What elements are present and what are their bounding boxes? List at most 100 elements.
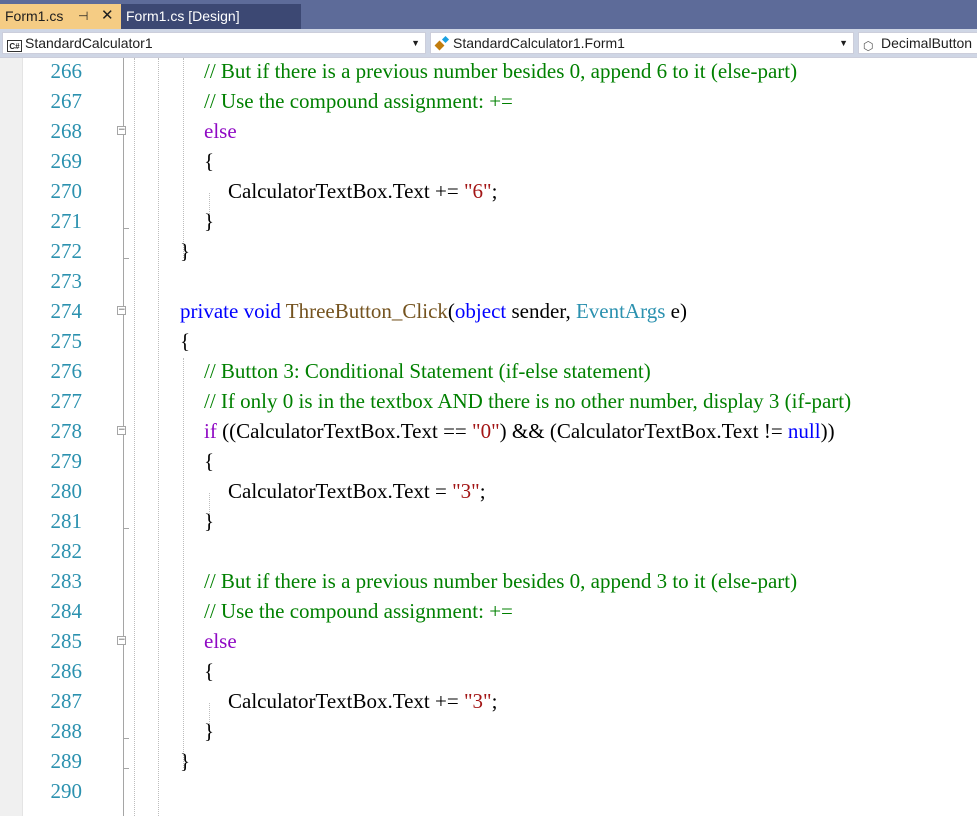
line-number: 282 — [50, 539, 83, 563]
code-text[interactable]: // If only 0 is in the textbox AND there… — [204, 386, 851, 416]
collapse-toggle-icon[interactable]: − — [117, 306, 126, 315]
code-text[interactable]: CalculatorTextBox.Text += "6"; — [228, 176, 497, 206]
code-text[interactable]: } — [204, 506, 214, 536]
line-number: 279 — [50, 449, 83, 473]
code-text[interactable]: CalculatorTextBox.Text = "3"; — [228, 476, 486, 506]
code-line[interactable]: 287 CalculatorTextBox.Text += "3"; — [0, 686, 977, 716]
code-line[interactable]: 284 // Use the compound assignment: += — [0, 596, 977, 626]
line-number: 266 — [50, 59, 83, 83]
code-text[interactable]: // But if there is a previous number bes… — [204, 566, 797, 596]
line-number: 271 — [50, 209, 83, 233]
project-dropdown[interactable]: C# StandardCalculator1 ▼ — [2, 32, 426, 54]
csharp-project-icon: C# — [7, 40, 22, 52]
code-line[interactable]: 286 { — [0, 656, 977, 686]
code-text[interactable]: { — [204, 146, 214, 176]
code-line[interactable]: 276 // Button 3: Conditional Statement (i… — [0, 356, 977, 386]
line-number: 268 — [50, 119, 83, 143]
code-line[interactable]: 268 − else — [0, 116, 977, 146]
member-dropdown[interactable]: ⬡ DecimalButton — [858, 32, 977, 54]
code-text[interactable]: } — [180, 236, 190, 266]
code-token-plain: { — [204, 659, 215, 683]
code-line[interactable]: 273 — [0, 266, 977, 296]
line-number: 267 — [50, 89, 83, 113]
code-token-plain: } — [204, 209, 215, 233]
code-token-plain: ; — [491, 179, 498, 203]
code-line[interactable]: 270 CalculatorTextBox.Text += "6"; — [0, 176, 977, 206]
code-text[interactable]: else — [204, 116, 237, 146]
code-line[interactable]: 277 // If only 0 is in the textbox AND th… — [0, 386, 977, 416]
code-line[interactable]: 271} — [0, 206, 977, 236]
collapse-toggle-icon[interactable]: − — [117, 426, 126, 435]
code-text[interactable]: { — [180, 326, 190, 356]
code-line[interactable]: 283 // But if there is a previous number … — [0, 566, 977, 596]
collapse-toggle-icon[interactable]: − — [117, 636, 126, 645]
code-text[interactable]: // Use the compound assignment: += — [204, 86, 513, 116]
code-line[interactable]: 278 − if ((CalculatorTextBox.Text == "0") … — [0, 416, 977, 446]
code-token-control: if — [204, 419, 217, 443]
line-number: 270 — [50, 179, 83, 203]
code-text[interactable]: else — [204, 626, 237, 656]
code-token-plain: ( — [447, 299, 455, 323]
tab-label: Form1.cs [Design] — [126, 8, 240, 24]
code-line[interactable]: 269 { — [0, 146, 977, 176]
outline-end-marker — [123, 228, 129, 229]
code-line[interactable]: 274 − private void ThreeButton_Click(objec… — [0, 296, 977, 326]
code-text[interactable]: } — [180, 746, 190, 776]
line-number: 280 — [50, 479, 83, 503]
code-text[interactable]: { — [204, 656, 214, 686]
close-icon[interactable]: ✕ — [101, 4, 114, 28]
code-text[interactable]: } — [204, 206, 214, 236]
chevron-down-icon[interactable]: ▼ — [839, 33, 848, 53]
code-text[interactable]: // Use the compound assignment: += — [204, 596, 513, 626]
tab-form1-design[interactable]: Form1.cs [Design] — [121, 4, 301, 29]
code-text[interactable]: } — [204, 716, 214, 746]
code-line[interactable]: 290 — [0, 776, 977, 806]
line-number: 272 — [50, 239, 83, 263]
code-line[interactable]: 288} — [0, 716, 977, 746]
code-line[interactable]: 285 − else — [0, 626, 977, 656]
line-number: 287 — [50, 689, 83, 713]
line-number: 273 — [50, 269, 83, 293]
outline-end-marker — [123, 258, 129, 259]
code-token-keyword: null — [787, 419, 821, 443]
code-token-comment: // Use the compound assignment: += — [204, 599, 513, 623]
code-token-plain: } — [180, 239, 191, 263]
code-token-keyword: object — [454, 299, 507, 323]
line-number: 276 — [50, 359, 83, 383]
code-token-plain: )) — [820, 419, 835, 443]
code-text[interactable]: // But if there is a previous number bes… — [204, 58, 797, 86]
code-token-plain: CalculatorTextBox.Text += — [228, 689, 464, 713]
code-line[interactable]: 266 // But if there is a previous number … — [0, 58, 977, 86]
code-text[interactable]: private void ThreeButton_Click(object se… — [180, 296, 687, 326]
project-dropdown-value: StandardCalculator1 — [25, 35, 153, 51]
code-line[interactable]: 280 CalculatorTextBox.Text = "3"; — [0, 476, 977, 506]
code-line[interactable]: 272} — [0, 236, 977, 266]
code-text[interactable]: { — [204, 446, 214, 476]
code-token-plain: ; — [491, 689, 498, 713]
collapse-toggle-icon[interactable]: − — [117, 126, 126, 135]
tab-form1-cs[interactable]: Form1.cs ⊣ ✕ — [0, 4, 121, 29]
code-token-comment: // But if there is a previous number bes… — [204, 569, 798, 593]
code-text[interactable]: if ((CalculatorTextBox.Text == "0") && (… — [204, 416, 835, 446]
type-dropdown-value: StandardCalculator1.Form1 — [453, 35, 625, 51]
code-line[interactable]: 267 // Use the compound assignment: += — [0, 86, 977, 116]
code-text[interactable]: // Button 3: Conditional Statement (if-e… — [204, 356, 651, 386]
code-line[interactable]: 279 { — [0, 446, 977, 476]
pin-icon[interactable]: ⊣ — [78, 4, 88, 28]
code-line[interactable]: 281} — [0, 506, 977, 536]
outline-end-marker — [123, 738, 129, 739]
navigation-bar: C# StandardCalculator1 ▼ StandardCalculat… — [0, 29, 977, 58]
code-editor[interactable]: 266 // But if there is a previous number … — [0, 58, 977, 816]
type-dropdown[interactable]: StandardCalculator1.Form1 ▼ — [430, 32, 854, 54]
chevron-down-icon[interactable]: ▼ — [411, 33, 420, 53]
code-token-plain: { — [204, 449, 215, 473]
code-text[interactable]: CalculatorTextBox.Text += "3"; — [228, 686, 497, 716]
code-token-plain: sender, — [506, 299, 576, 323]
code-line[interactable]: 275 { — [0, 326, 977, 356]
line-number: 278 — [50, 419, 83, 443]
code-line[interactable]: 289} — [0, 746, 977, 776]
code-token-plain: { — [204, 149, 215, 173]
code-line[interactable]: 282 — [0, 536, 977, 566]
code-token-comment: // But if there is a previous number bes… — [204, 59, 798, 83]
code-token-string: "3" — [463, 689, 492, 713]
